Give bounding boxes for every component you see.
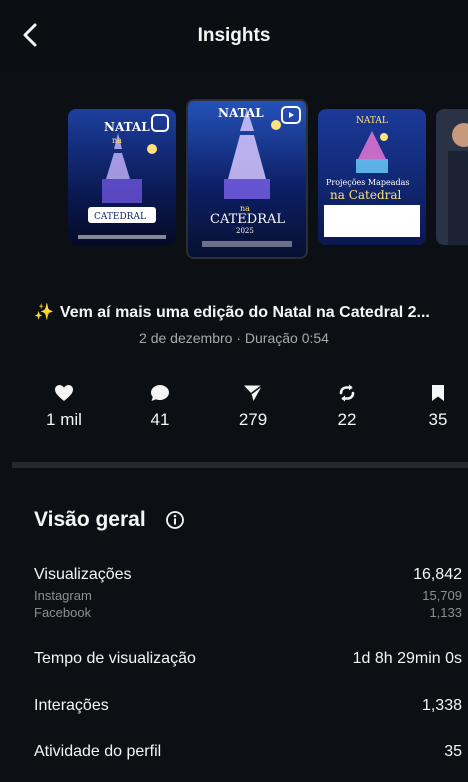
reposts-stat: 22 (307, 384, 387, 430)
interactions-label[interactable]: Interações (34, 697, 109, 715)
views-label: Visualizações (34, 566, 132, 583)
thumbnail-2-selected[interactable]: NATAL na CATEDRAL 2025 (186, 99, 308, 259)
heart-icon (55, 385, 73, 401)
comment-icon (151, 385, 169, 401)
overview-title: Visão geral (34, 508, 146, 531)
post-meta: 2 de dezembro · Duração 0:54 (139, 330, 329, 346)
media-carousel[interactable]: NATAL na CATEDRAL NATAL na CATEDRAL 2025 (0, 95, 468, 265)
share-icon (244, 384, 263, 401)
facebook-label: Facebook (34, 605, 92, 620)
saves-count: 35 (428, 410, 448, 429)
repost-icon (339, 384, 355, 402)
shares-count: 279 (238, 410, 268, 429)
thumbnail-1-title: NATAL (104, 120, 150, 134)
top-bar: Insights (0, 0, 468, 72)
watch-time-label[interactable]: Tempo de visualização (34, 650, 196, 668)
instagram-value: 15,709 (422, 588, 462, 603)
views-value: 16,842 (413, 566, 462, 583)
svg-text:CATEDRAL: CATEDRAL (94, 212, 146, 222)
info-icon[interactable] (165, 510, 185, 530)
comments-count: 41 (150, 410, 170, 429)
profile-activity-value: 35 (444, 743, 462, 760)
svg-text:na: na (112, 136, 122, 145)
shares-stat: 279 (213, 384, 293, 430)
instagram-label: Instagram (34, 588, 92, 603)
section-divider (12, 462, 468, 468)
watch-time-value: 1d 8h 29min 0s (352, 650, 462, 667)
svg-text:na Catedral: na Catedral (330, 188, 402, 202)
likes-count: 1 mil (46, 410, 82, 429)
profile-activity-label[interactable]: Atividade do perfil (34, 743, 161, 761)
thumbnail-1[interactable]: NATAL na CATEDRAL (68, 109, 176, 245)
saves-stat: 35 (398, 384, 468, 430)
page-title: Insights (197, 25, 271, 46)
facebook-value: 1,133 (429, 605, 462, 620)
caption-text: Vem aí mais uma edição do Natal na Cated… (59, 304, 430, 321)
thumbnail-4-partial[interactable] (436, 109, 468, 245)
sparkle-icon: ✨ (34, 304, 54, 321)
bookmark-icon (432, 385, 444, 401)
reposts-count: 22 (337, 410, 357, 429)
svg-text:CATEDRAL: CATEDRAL (210, 212, 285, 227)
svg-text:2025: 2025 (236, 227, 254, 235)
thumbnail-3[interactable]: NATAL Projeções Mapeadas na Catedral (318, 109, 426, 245)
engagement-stats: 1 mil 41 279 22 35 (0, 384, 468, 444)
interactions-value: 1,338 (421, 697, 462, 714)
likes-stat: 1 mil (24, 384, 104, 430)
comments-stat: 41 (120, 384, 200, 430)
svg-text:Projeções Mapeadas: Projeções Mapeadas (326, 178, 410, 187)
svg-text:NATAL: NATAL (218, 106, 264, 120)
post-caption: ✨ Vem aí mais uma edição do Natal na Cate… (34, 302, 466, 322)
svg-text:NATAL: NATAL (356, 116, 388, 126)
